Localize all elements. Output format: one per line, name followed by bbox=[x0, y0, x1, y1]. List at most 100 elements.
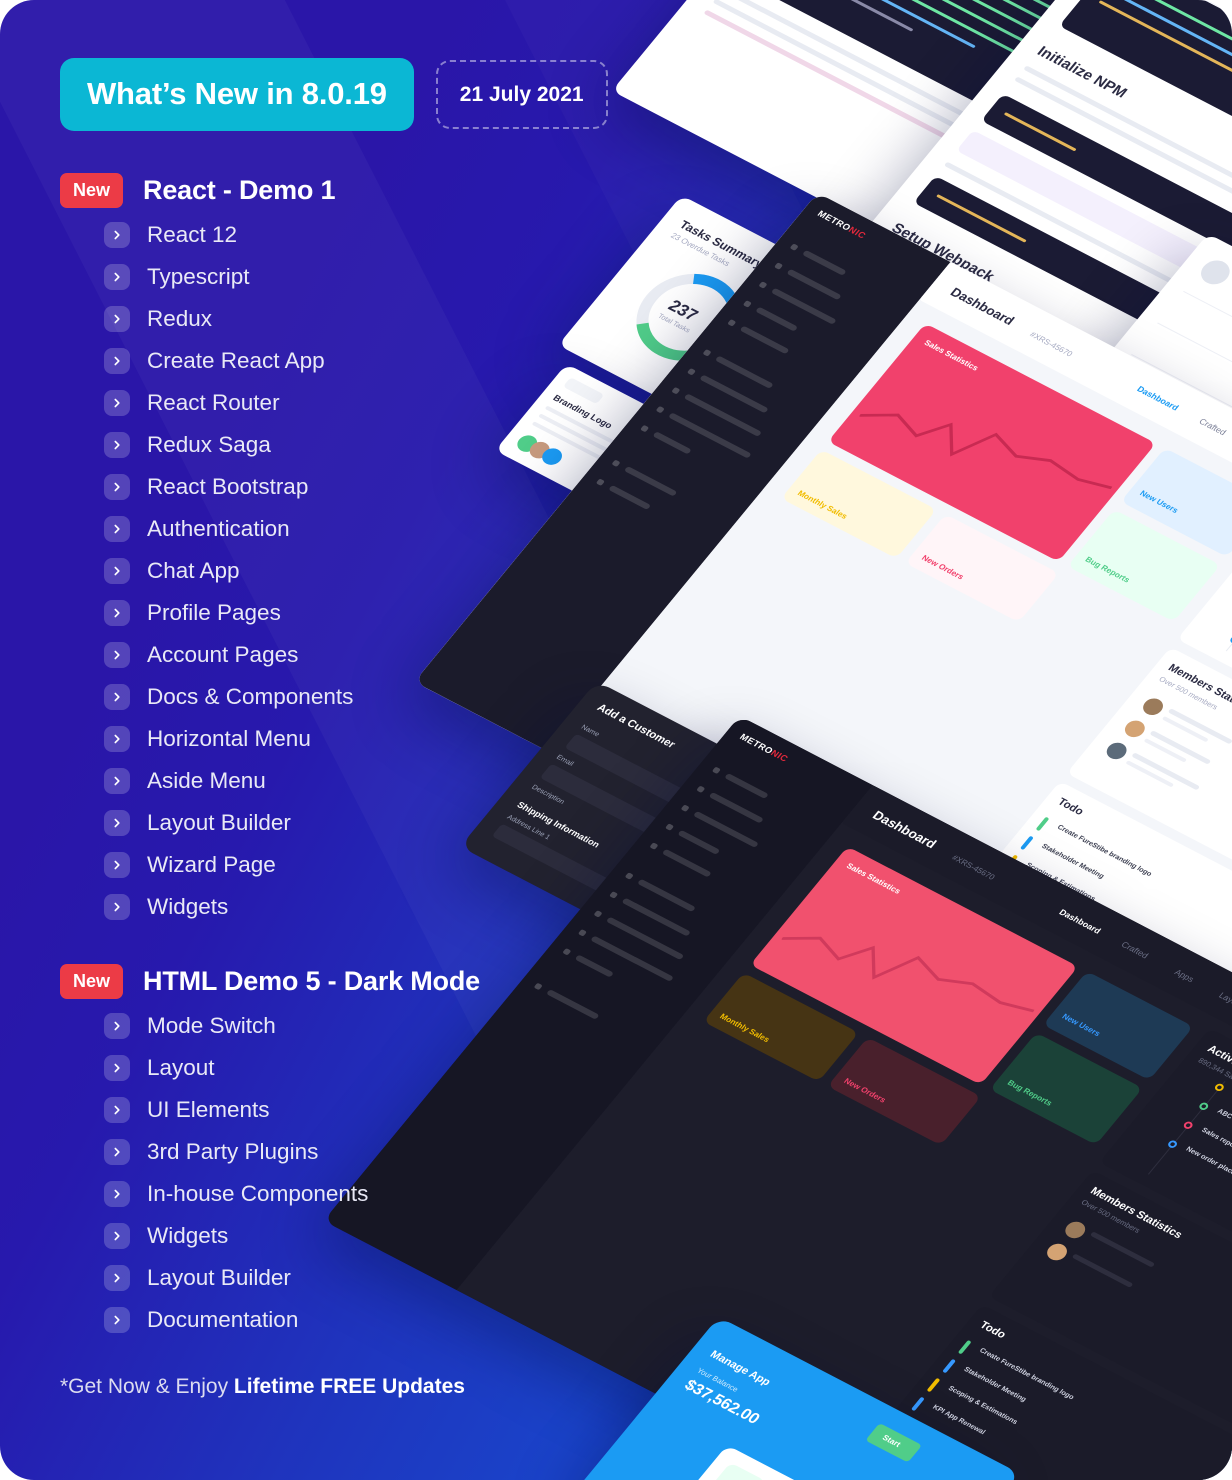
feature-label: React Bootstrap bbox=[147, 473, 309, 499]
footnote-emphasis: Lifetime FREE Updates bbox=[233, 1375, 465, 1398]
feature-list-item[interactable]: React 12 bbox=[60, 214, 680, 256]
chevron-right-icon bbox=[104, 810, 130, 836]
feature-label: Typescript bbox=[147, 263, 250, 289]
members-statistics-title: Members Statistics bbox=[1165, 662, 1232, 718]
members-statistics-subtitle: Over 500 members bbox=[1157, 674, 1220, 712]
chevron-right-icon bbox=[104, 642, 130, 668]
feature-list-item[interactable]: Typescript bbox=[60, 256, 680, 298]
feature-list-item[interactable]: Layout Builder bbox=[60, 1257, 680, 1299]
feature-label: React 12 bbox=[147, 221, 238, 247]
chevron-right-icon bbox=[104, 852, 130, 878]
feature-label: Aside Menu bbox=[147, 767, 266, 793]
chevron-right-icon bbox=[104, 684, 130, 710]
feature-list-item[interactable]: Wizard Page bbox=[60, 844, 680, 886]
feature-list-item[interactable]: UI Elements bbox=[60, 1089, 680, 1131]
feature-list-item[interactable]: Authentication bbox=[60, 508, 680, 550]
doc-card-setup-theme-dependencies: Setup Theme Dependencies bbox=[611, 0, 1232, 433]
feature-list-item[interactable]: In-house Components bbox=[60, 1173, 680, 1215]
nav-tab-crafted[interactable]: Crafted bbox=[1119, 939, 1150, 960]
chevron-right-icon bbox=[104, 726, 130, 752]
feature-list-item[interactable]: Account Pages bbox=[60, 634, 680, 676]
release-date-badge: 21 July 2021 bbox=[435, 60, 608, 129]
feature-list-item[interactable]: React Bootstrap bbox=[60, 466, 680, 508]
tile-label-new-orders: New Orders bbox=[919, 553, 966, 582]
members-statistics-card bbox=[1066, 647, 1232, 912]
feature-list-item[interactable]: Widgets bbox=[60, 886, 680, 928]
todo-row: Create FureStibe branding logo bbox=[1055, 824, 1153, 878]
feature-list-item[interactable]: Horizontal Menu bbox=[60, 718, 680, 760]
section-title: React - Demo 1 bbox=[143, 175, 336, 205]
activities-card bbox=[1177, 505, 1232, 774]
authors-card bbox=[1151, 1442, 1232, 1480]
start-button[interactable] bbox=[865, 1423, 923, 1463]
feature-label: Widgets bbox=[147, 1222, 229, 1248]
submit-button[interactable] bbox=[688, 942, 745, 980]
feature-label: Widgets bbox=[147, 893, 229, 919]
metronic-logo: METRONIC bbox=[815, 208, 869, 241]
feature-list-item[interactable]: 3rd Party Plugins bbox=[60, 1131, 680, 1173]
chevron-right-icon bbox=[104, 894, 130, 920]
code-block bbox=[734, 0, 1232, 296]
version-title-pill: What’s New in 8.0.19 bbox=[60, 58, 414, 131]
sales-statistics-label: Sales Statistics bbox=[844, 861, 903, 896]
feature-list-item[interactable]: Documentation bbox=[60, 1299, 680, 1341]
metronic-logo: METRONIC bbox=[737, 731, 791, 764]
section-header-html-demo-5: New HTML Demo 5 - Dark Mode bbox=[60, 964, 680, 999]
manage-app-title: Manage App bbox=[707, 1348, 773, 1389]
feature-label: UI Elements bbox=[147, 1096, 270, 1122]
feature-list-item[interactable]: Aside Menu bbox=[60, 760, 680, 802]
view-tasks-button[interactable]: View Tasks bbox=[899, 334, 940, 359]
tile-label-new-users: New Users bbox=[1137, 488, 1181, 515]
chevron-right-icon bbox=[104, 1223, 130, 1249]
chevron-right-icon bbox=[104, 1055, 130, 1081]
chevron-right-icon bbox=[104, 1013, 130, 1039]
line-chart bbox=[1081, 406, 1232, 502]
nav-tab-dashboard[interactable]: Dashboard bbox=[1135, 384, 1181, 412]
nav-tab-apps[interactable]: Apps bbox=[1173, 967, 1197, 984]
new-badge: New bbox=[60, 964, 124, 999]
nav-tab-dashboard[interactable]: Dashboard bbox=[1057, 907, 1103, 935]
todo-row: Scoping & Estimations bbox=[1024, 861, 1097, 903]
feature-list-item[interactable]: Layout bbox=[60, 1047, 680, 1089]
feature-label: Docs & Components bbox=[147, 683, 354, 709]
feature-label: Redux bbox=[147, 305, 213, 331]
feature-label: Authentication bbox=[147, 515, 290, 541]
chevron-right-icon bbox=[104, 264, 130, 290]
sales-sparkline bbox=[781, 936, 1035, 1013]
feature-list-item[interactable]: Docs & Components bbox=[60, 676, 680, 718]
chevron-right-icon bbox=[104, 222, 130, 248]
feature-list-item[interactable]: Layout Builder bbox=[60, 802, 680, 844]
todo-row: Customers Update bbox=[977, 918, 1038, 954]
feature-list-item[interactable]: React Router bbox=[60, 382, 680, 424]
feature-list-item[interactable]: Widgets bbox=[60, 1215, 680, 1257]
feature-list-item[interactable]: Mode Switch bbox=[60, 1005, 680, 1047]
feature-list-item[interactable]: Redux Saga bbox=[60, 424, 680, 466]
chevron-right-icon bbox=[104, 306, 130, 332]
todo-row: Project Meeting bbox=[915, 1423, 967, 1453]
doc-card-initialize-npm: Initialize NPM Setup Webpack bbox=[833, 0, 1232, 621]
feature-list-item[interactable]: Chat App bbox=[60, 550, 680, 592]
todo-row: KPI App Renewal bbox=[930, 1404, 987, 1437]
tile-new-users bbox=[1120, 447, 1232, 558]
feature-list-item[interactable]: Redux bbox=[60, 298, 680, 340]
nav-tab-layouts[interactable]: Layouts bbox=[1217, 990, 1232, 1012]
nav-tab-crafted[interactable]: Crafted bbox=[1197, 416, 1228, 437]
chevron-right-icon bbox=[104, 348, 130, 374]
header-row: What’s New in 8.0.19 21 July 2021 bbox=[60, 58, 680, 131]
chevron-right-icon bbox=[104, 1181, 130, 1207]
doc-card-title: Setup Webpack bbox=[887, 220, 998, 285]
tasks-summary-title: Tasks Summary bbox=[676, 217, 767, 271]
feature-label: In-house Components bbox=[147, 1180, 369, 1206]
chevron-right-icon bbox=[104, 516, 130, 542]
activities-subtitle: 890,344 Sales bbox=[1196, 1055, 1232, 1086]
todo-row: Scoping & Estimations bbox=[946, 1385, 1019, 1426]
balance-label: Your Balance bbox=[695, 1366, 741, 1394]
tile-label-bug-reports: Bug Reports bbox=[1005, 1078, 1054, 1108]
balance-amount: $37,562.00 bbox=[680, 1377, 763, 1428]
whats-new-banner: Setup Theme Dependencies Init bbox=[0, 0, 1232, 1480]
feature-label: Horizontal Menu bbox=[147, 725, 311, 751]
feature-list-item[interactable]: Profile Pages bbox=[60, 592, 680, 634]
todo-row: Stakeholder Meeting bbox=[962, 1366, 1028, 1404]
feature-label: Create React App bbox=[147, 347, 325, 373]
feature-list-item[interactable]: Create React App bbox=[60, 340, 680, 382]
